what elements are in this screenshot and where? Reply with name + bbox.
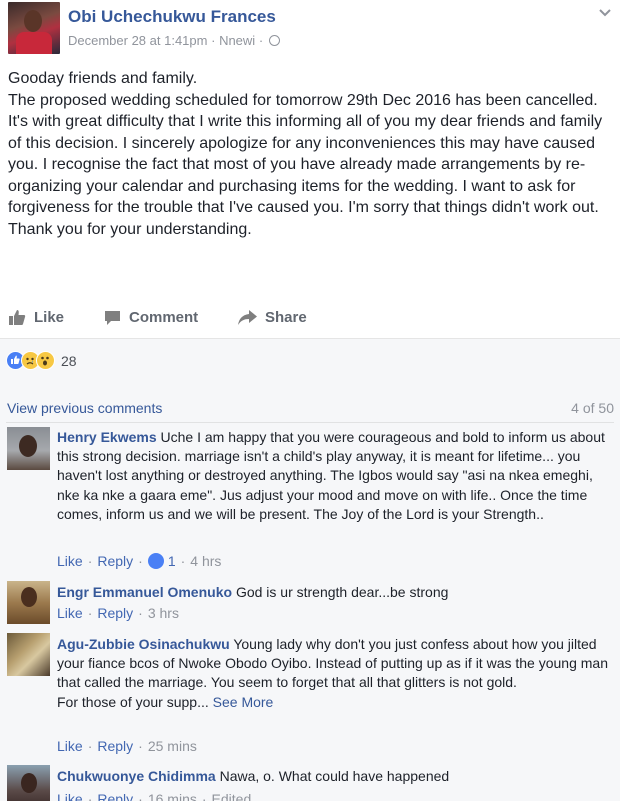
globe-icon (268, 35, 280, 46)
avatar[interactable] (7, 581, 50, 624)
wow-reaction-icon (36, 351, 55, 370)
thumbs-up-icon (9, 310, 26, 325)
comment-meta: Like · Reply · 16 mins · Edited (57, 791, 251, 801)
avatar[interactable] (7, 765, 50, 801)
comment-author[interactable]: Henry Ekwems (57, 429, 157, 445)
comment-reaction-count[interactable]: 1 (147, 553, 176, 569)
comment-edited[interactable]: Edited (212, 791, 252, 801)
comment-meta: Like · Reply · 1 · 4 hrs (57, 553, 222, 569)
like-reaction-icon (147, 553, 164, 569)
comment-text: God is ur strength dear...be strong (235, 584, 449, 600)
author-name[interactable]: Obi Uchechukwu Frances (68, 7, 276, 27)
comment-reply-link[interactable]: Reply (97, 738, 133, 754)
post-meta: December 28 at 1:41pm · Nnewi · (68, 33, 280, 48)
post-actions: Like Comment Share (0, 299, 620, 339)
chevron-down-icon[interactable] (598, 6, 612, 20)
share-icon (238, 310, 257, 325)
comment-icon (105, 310, 120, 325)
post-text: The proposed wedding scheduled for tomor… (8, 91, 603, 238)
comment-reply-link[interactable]: Reply (97, 605, 133, 621)
comment-body: Engr Emmanuel Omenuko God is ur strength… (57, 583, 615, 602)
comment-body: Henry Ekwems Uche I am happy that you we… (57, 428, 615, 524)
comments-section: View previous comments 4 of 50 Henry Ekw… (0, 385, 620, 801)
comment-meta: Like · Reply · 3 hrs (57, 605, 179, 621)
post-body: Gooday friends and family. The proposed … (8, 68, 614, 240)
comment-like-link[interactable]: Like (57, 605, 83, 621)
comment-like-link[interactable]: Like (57, 553, 83, 569)
comment-meta: Like · Reply · 25 mins (57, 738, 197, 754)
comment-text: Nawa, o. What could have happened (219, 768, 450, 784)
reactions-bar: 28 (0, 339, 620, 385)
like-button[interactable]: Like (8, 309, 64, 326)
comment-time[interactable]: 25 mins (148, 738, 197, 754)
reaction-count[interactable]: 28 (61, 353, 77, 369)
divider (6, 422, 614, 423)
avatar[interactable] (7, 633, 50, 676)
comment-reply-link[interactable]: Reply (97, 791, 133, 801)
comment-author[interactable]: Engr Emmanuel Omenuko (57, 584, 232, 600)
comment-time[interactable]: 16 mins (148, 791, 197, 801)
comment-body: Chukwuonye Chidimma Nawa, o. What could … (57, 767, 615, 786)
post-location[interactable]: Nnewi (219, 33, 255, 48)
reactions-summary[interactable]: 28 (6, 351, 77, 370)
comment-like-link[interactable]: Like (57, 738, 83, 754)
author-avatar[interactable] (8, 2, 60, 54)
share-button[interactable]: Share (238, 309, 307, 326)
comment-time[interactable]: 4 hrs (190, 553, 221, 569)
comment-body: Agu-Zubbie Osinachukwu Young lady why do… (57, 635, 615, 712)
see-more-link[interactable]: See More (213, 694, 274, 710)
comments-page-count: 4 of 50 (571, 400, 614, 416)
comment-author[interactable]: Agu-Zubbie Osinachukwu (57, 636, 230, 652)
post-greeting: Gooday friends and family. (8, 70, 198, 87)
avatar[interactable] (7, 427, 50, 470)
post-date[interactable]: December 28 at 1:41pm (68, 33, 207, 48)
post-header: Obi Uchechukwu Frances December 28 at 1:… (0, 0, 620, 62)
comment-like-link[interactable]: Like (57, 791, 83, 801)
comment-text-truncated: For those of your supp... (57, 693, 209, 710)
view-previous-comments-link[interactable]: View previous comments (7, 400, 162, 416)
comment-time[interactable]: 3 hrs (148, 605, 179, 621)
comment-author[interactable]: Chukwuonye Chidimma (57, 768, 216, 784)
comment-button[interactable]: Comment (104, 309, 198, 326)
comment-reply-link[interactable]: Reply (97, 553, 133, 569)
